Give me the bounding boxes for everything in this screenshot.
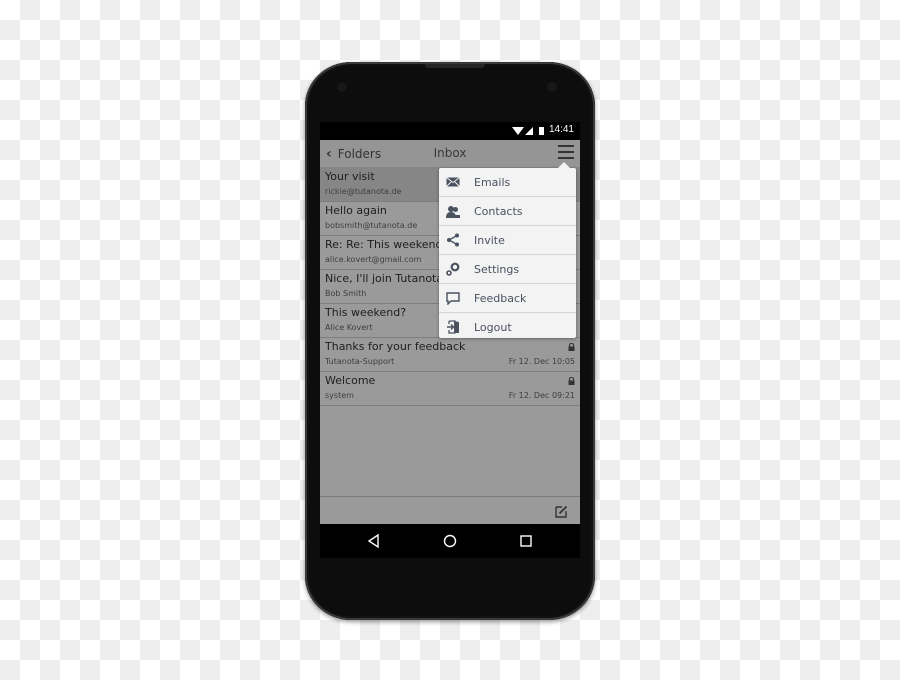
- status-bar: 14:41: [320, 122, 580, 140]
- front-camera: [547, 82, 557, 92]
- email-sender: bobsmith@tutanota.de: [325, 221, 418, 230]
- feedback-icon: [446, 291, 460, 305]
- menu-item-label: Contacts: [474, 204, 523, 218]
- email-subject: This weekend?: [325, 306, 407, 319]
- email-subject: Your visit: [325, 170, 375, 183]
- email-subject: Nice, I'll join Tutanota: [325, 272, 444, 285]
- back-nav-icon[interactable]: [365, 532, 383, 550]
- status-icons: [512, 127, 544, 135]
- email-sender: system: [325, 391, 354, 400]
- email-subject: Re: Re: This weekend?: [325, 238, 449, 251]
- share-icon: [446, 233, 460, 247]
- battery-icon: [539, 127, 544, 135]
- menu-item-settings[interactable]: Settings: [439, 255, 576, 284]
- lock-icon: [568, 377, 575, 385]
- email-sender: Alice Kovert: [325, 323, 373, 332]
- clock: 14:41: [548, 124, 574, 135]
- email-sender: Bob Smith: [325, 289, 367, 298]
- earpiece: [425, 64, 485, 68]
- recents-nav-icon[interactable]: [517, 532, 535, 550]
- android-nav-bar: [320, 524, 580, 558]
- email-date: Fr 12. Dec 10:05: [508, 357, 575, 366]
- email-date: Fr 12. Dec 09:21: [508, 391, 575, 400]
- menu-item-label: Feedback: [474, 291, 527, 305]
- home-nav-icon[interactable]: [441, 532, 459, 550]
- menu-item-emails[interactable]: Emails: [439, 168, 576, 197]
- email-row[interactable]: Welcome system Fr 12. Dec 09:21: [320, 372, 580, 406]
- lock-icon: [568, 343, 575, 351]
- sensor-dot: [337, 82, 347, 92]
- menu-item-label: Logout: [474, 320, 512, 334]
- email-sender: alice.kovert@gmail.com: [325, 255, 422, 264]
- menu-item-label: Invite: [474, 233, 505, 247]
- menu-item-label: Emails: [474, 175, 511, 189]
- menu-item-invite[interactable]: Invite: [439, 226, 576, 255]
- overflow-menu: Emails Contacts Invite Settings Feedback…: [439, 162, 576, 341]
- email-sender: Tutanota-Support: [325, 357, 395, 366]
- envelope-icon: [446, 175, 460, 189]
- signal-icon: [525, 127, 533, 135]
- page-title: Inbox: [433, 146, 467, 160]
- settings-icon: [446, 262, 460, 276]
- menu-item-logout[interactable]: Logout: [439, 313, 576, 341]
- compose-icon[interactable]: [555, 505, 568, 518]
- bottom-toolbar: [320, 496, 580, 525]
- contacts-icon: [446, 204, 460, 218]
- menu-item-label: Settings: [474, 262, 520, 276]
- hamburger-menu-icon[interactable]: [558, 145, 574, 159]
- wifi-icon: [512, 127, 524, 135]
- logout-icon: [446, 320, 460, 334]
- menu-item-feedback[interactable]: Feedback: [439, 284, 576, 313]
- email-row[interactable]: Thanks for your feedback Tutanota-Suppor…: [320, 338, 580, 372]
- email-subject: Hello again: [325, 204, 387, 217]
- email-subject: Welcome: [325, 374, 376, 387]
- email-sender: rickie@tutanota.de: [325, 187, 402, 196]
- email-subject: Thanks for your feedback: [325, 340, 466, 353]
- menu-item-contacts[interactable]: Contacts: [439, 197, 576, 226]
- app-header: ‹ Folders Inbox: [320, 140, 580, 168]
